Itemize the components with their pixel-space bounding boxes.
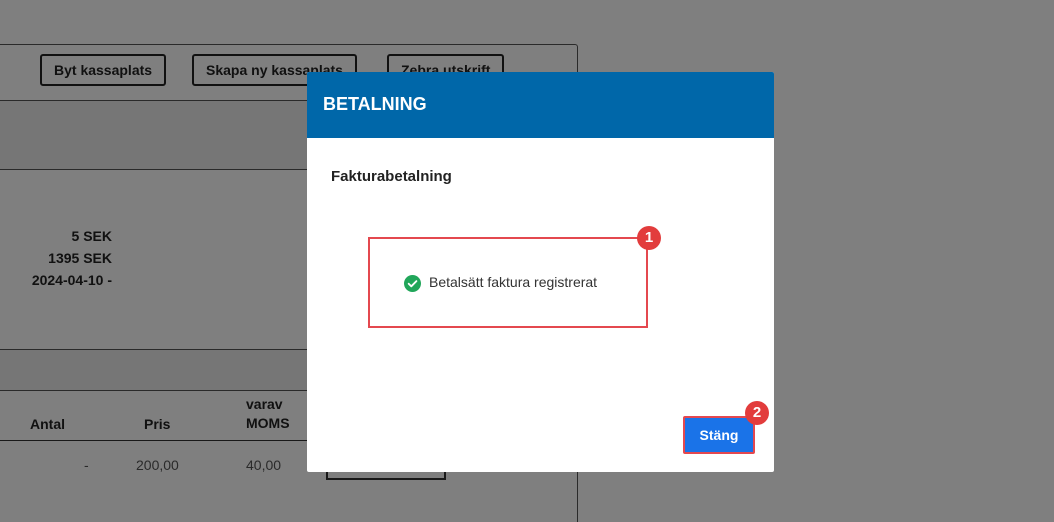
check-circle-icon [404, 275, 421, 292]
success-message: Betalsätt faktura registrerat [429, 274, 598, 290]
modal-subtitle: Fakturabetalning [331, 168, 452, 185]
payment-modal: BETALNING Fakturabetalning Betalsätt fak… [307, 72, 774, 472]
modal-header: BETALNING [307, 72, 774, 138]
modal-title: BETALNING [323, 94, 427, 114]
close-button[interactable]: Stäng [683, 416, 755, 454]
annotation-badge: 2 [745, 401, 769, 425]
annotation-badge: 1 [637, 226, 661, 250]
